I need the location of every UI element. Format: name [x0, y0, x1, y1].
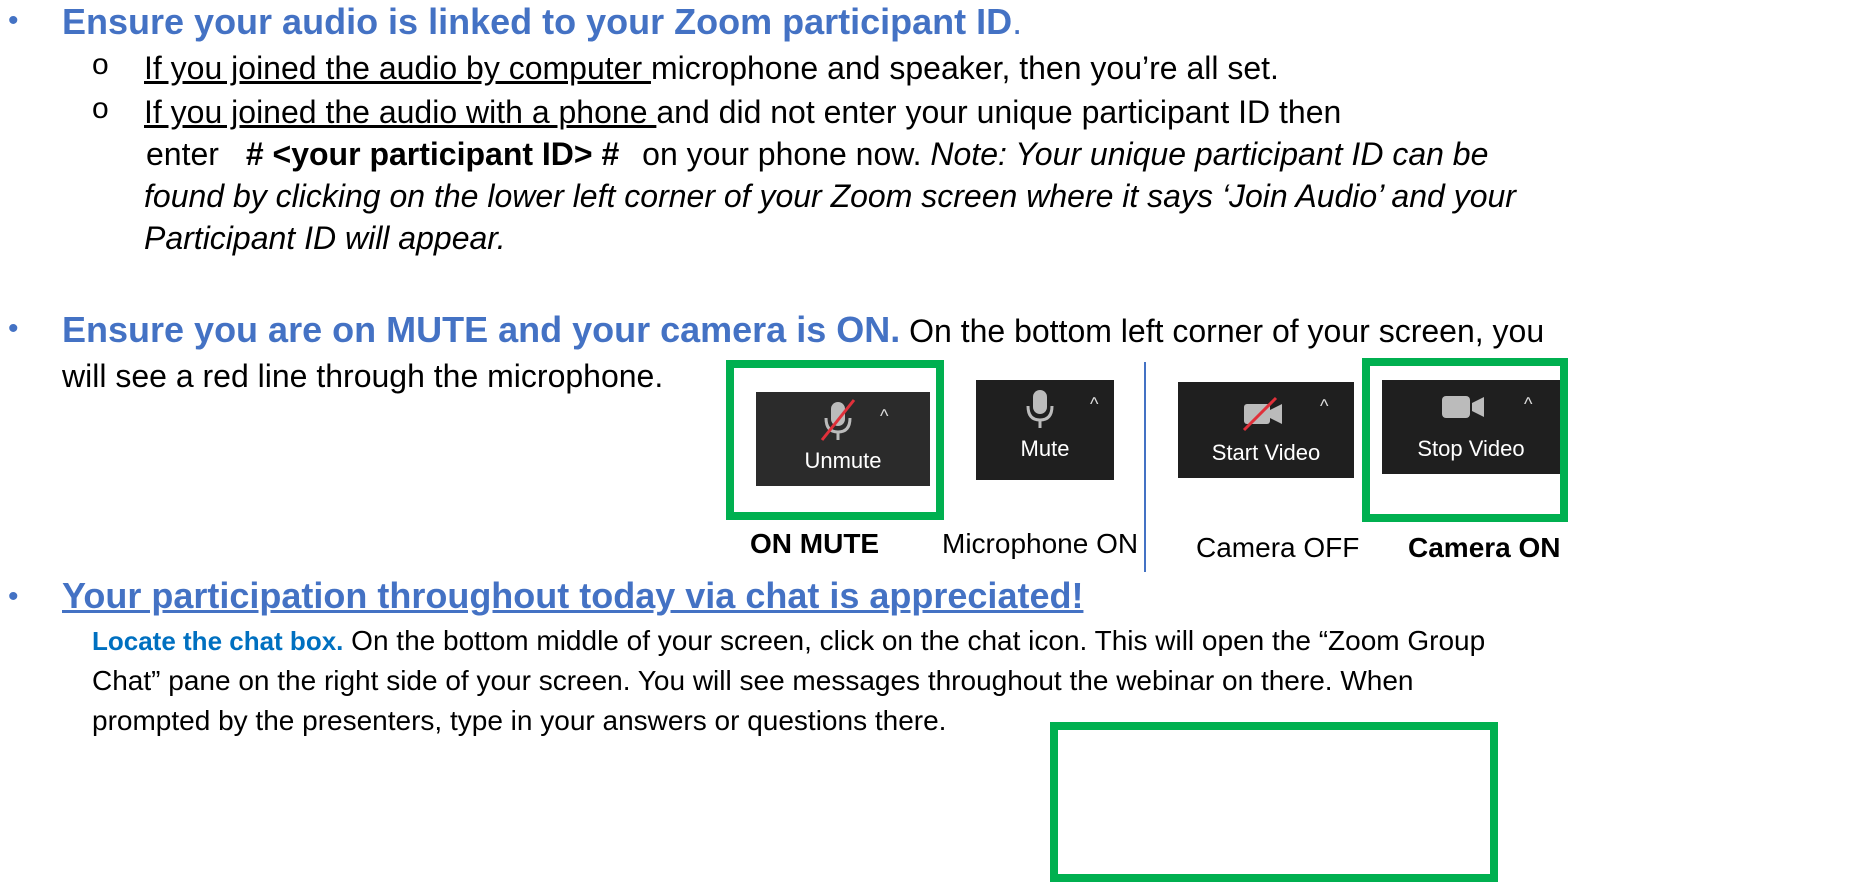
section-3-heading: Your participation throughout today via … [62, 575, 1084, 616]
caption-microphone-on: Microphone ON [942, 528, 1139, 559]
video-camera-off-icon [1242, 396, 1282, 432]
section-3-line-2: Chat” pane on the right side of your scr… [92, 665, 1414, 696]
sub-item-2-rest: and did not enter your unique participan… [656, 94, 1342, 130]
section-2-heading-line: Ensure you are on MUTE and your camera i… [62, 310, 1544, 351]
bullet-1: • [8, 4, 19, 37]
start-video-caret-icon[interactable]: ^ [1320, 396, 1328, 417]
section-1-heading: Ensure your audio is linked to your Zoom… [62, 2, 1022, 42]
sub-bullet-2: o [92, 92, 109, 125]
section-1-heading-period: . [1012, 1, 1023, 42]
start-video-label: Start Video [1211, 440, 1321, 465]
divider-line [1144, 362, 1146, 572]
enter-word: enter [146, 136, 219, 172]
note-line-1: Note: Your unique participant ID can be [930, 136, 1489, 172]
mute-label: Mute [1020, 436, 1070, 461]
sub-item-2-after-code: on your phone now. [642, 136, 931, 172]
caption-on-mute: ON MUTE [750, 528, 880, 559]
section-2-heading: Ensure you are on MUTE and your camera i… [62, 309, 901, 350]
video-camera-icon [1442, 396, 1484, 418]
mute-caret-icon[interactable]: ^ [1090, 394, 1098, 415]
stop-video-button[interactable]: ^ Stop Video [1382, 380, 1560, 474]
caption-camera-on: Camera ON [1408, 532, 1561, 563]
note-line-3: Participant ID will appear. [144, 220, 506, 256]
sub-bullet-1: o [92, 48, 109, 81]
sub-item-1-rest: microphone and speaker, then you’re all … [650, 50, 1279, 86]
caption-camera-off: Camera OFF [1196, 532, 1360, 563]
chat-highlight [1050, 722, 1498, 882]
section-2-text-line-2: will see a red line through the micropho… [62, 358, 664, 394]
unmute-caret-icon[interactable]: ^ [880, 406, 888, 427]
locate-chat-label: Locate the chat box. [92, 626, 344, 656]
section-3-line-1-rest: On the bottom middle of your screen, cli… [343, 625, 1486, 656]
section-3-line-1: Locate the chat box. On the bottom middl… [92, 620, 1485, 662]
sub-item-1-underlined: If you joined the audio by computer [144, 50, 651, 86]
section-2-text-line-1: On the bottom left corner of your screen… [900, 313, 1545, 349]
section-3-line-3: prompted by the presenters, type in your… [92, 705, 947, 736]
bullet-3: • [8, 580, 19, 613]
unmute-label: Unmute [804, 448, 882, 473]
microphone-icon [1026, 390, 1054, 428]
sub-item-2-underlined: If you joined the audio with a phone [144, 94, 657, 130]
bullet-2: • [8, 312, 19, 345]
microphone-muted-icon [820, 399, 856, 441]
mute-button[interactable]: ^ Mute [976, 380, 1114, 480]
start-video-button[interactable]: ^ Start Video [1178, 382, 1354, 478]
section-1-heading-text: Ensure your audio is linked to your Zoom… [62, 1, 1013, 42]
stop-video-caret-icon[interactable]: ^ [1524, 394, 1532, 415]
stop-video-label: Stop Video [1417, 436, 1525, 461]
participant-id-code: # <your participant ID> # [245, 136, 620, 172]
unmute-button[interactable]: ^ Unmute [756, 392, 930, 486]
